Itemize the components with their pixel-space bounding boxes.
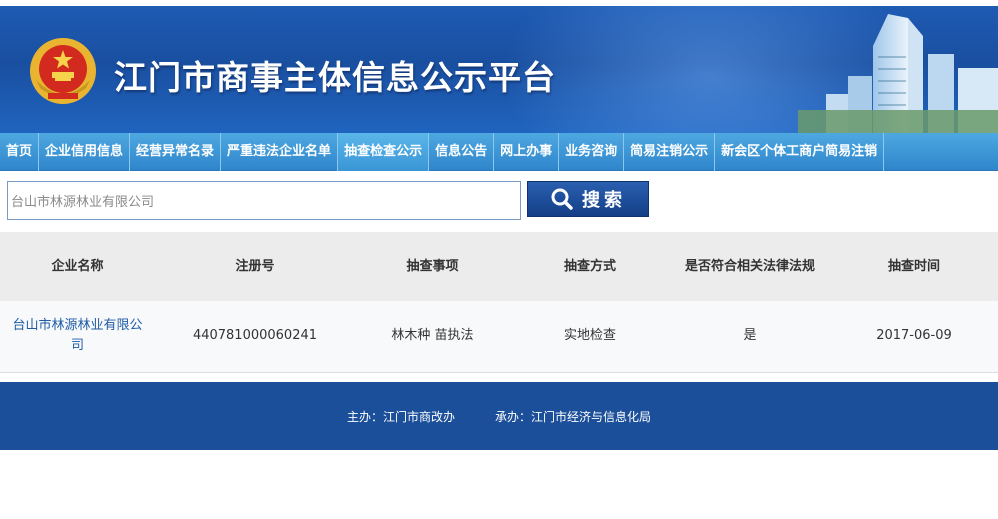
- nav-item-consulting[interactable]: 业务咨询: [559, 133, 625, 171]
- footer-host: 主办：江门市商改办: [346, 409, 455, 424]
- compliance-cell: 是: [670, 301, 830, 373]
- site-header: 江门市商事主体信息公示平台: [0, 0, 998, 133]
- check-method-cell: 实地检查: [510, 301, 670, 373]
- check-date-cell: 2017-06-09: [830, 301, 998, 373]
- column-header-reg-number: 注册号: [155, 232, 355, 301]
- column-header-compliance: 是否符合相关法律法规: [670, 232, 830, 301]
- nav-item-home[interactable]: 首页: [0, 133, 40, 171]
- table-row: 台山市林源林业有限公司 440781000060241 林木种 苗执法 实地检查…: [0, 301, 998, 373]
- city-skyline-illustration: [798, 14, 998, 133]
- search-icon: [551, 188, 573, 210]
- search-input[interactable]: [7, 181, 521, 220]
- column-header-company-name: 企业名称: [0, 232, 155, 301]
- search-button-label: 搜索: [582, 190, 626, 211]
- nav-item-online-service[interactable]: 网上办事: [494, 133, 560, 171]
- column-header-check-date: 抽查时间: [830, 232, 998, 301]
- nav-item-spot-check[interactable]: 抽查检查公示: [338, 133, 430, 171]
- nav-item-abnormal-list[interactable]: 经营异常名录: [130, 133, 222, 171]
- nav-item-xinhui-cancellation[interactable]: 新会区个体工商户简易注销: [715, 133, 885, 171]
- check-item-cell: 林木种 苗执法: [355, 301, 510, 373]
- column-header-check-item: 抽查事项: [355, 232, 510, 301]
- company-name-link[interactable]: 台山市林源林业有限公司: [0, 301, 155, 373]
- result-table: 企业名称 注册号 抽查事项 抽查方式 是否符合相关法律法规 抽查时间 台山市林源…: [0, 232, 998, 373]
- footer-organizer: 承办：江门市经济与信息化局: [495, 409, 652, 424]
- nav-item-announcements[interactable]: 信息公告: [429, 133, 495, 171]
- national-emblem-icon: [30, 38, 96, 104]
- site-title: 江门市商事主体信息公示平台: [114, 58, 556, 97]
- reg-number-cell: 440781000060241: [155, 301, 355, 373]
- nav-item-simple-cancellation[interactable]: 简易注销公示: [624, 133, 716, 171]
- nav-item-credit-info[interactable]: 企业信用信息: [39, 133, 131, 171]
- nav-item-serious-violations[interactable]: 严重违法企业名单: [221, 133, 339, 171]
- site-footer: 主办：江门市商改办 承办：江门市经济与信息化局: [0, 382, 998, 450]
- column-header-check-method: 抽查方式: [510, 232, 670, 301]
- table-header-row: 企业名称 注册号 抽查事项 抽查方式 是否符合相关法律法规 抽查时间: [0, 232, 998, 301]
- search-button[interactable]: 搜索: [527, 181, 649, 217]
- main-nav: 首页 企业信用信息 经营异常名录 严重违法企业名单 抽查检查公示 信息公告 网上…: [0, 133, 998, 171]
